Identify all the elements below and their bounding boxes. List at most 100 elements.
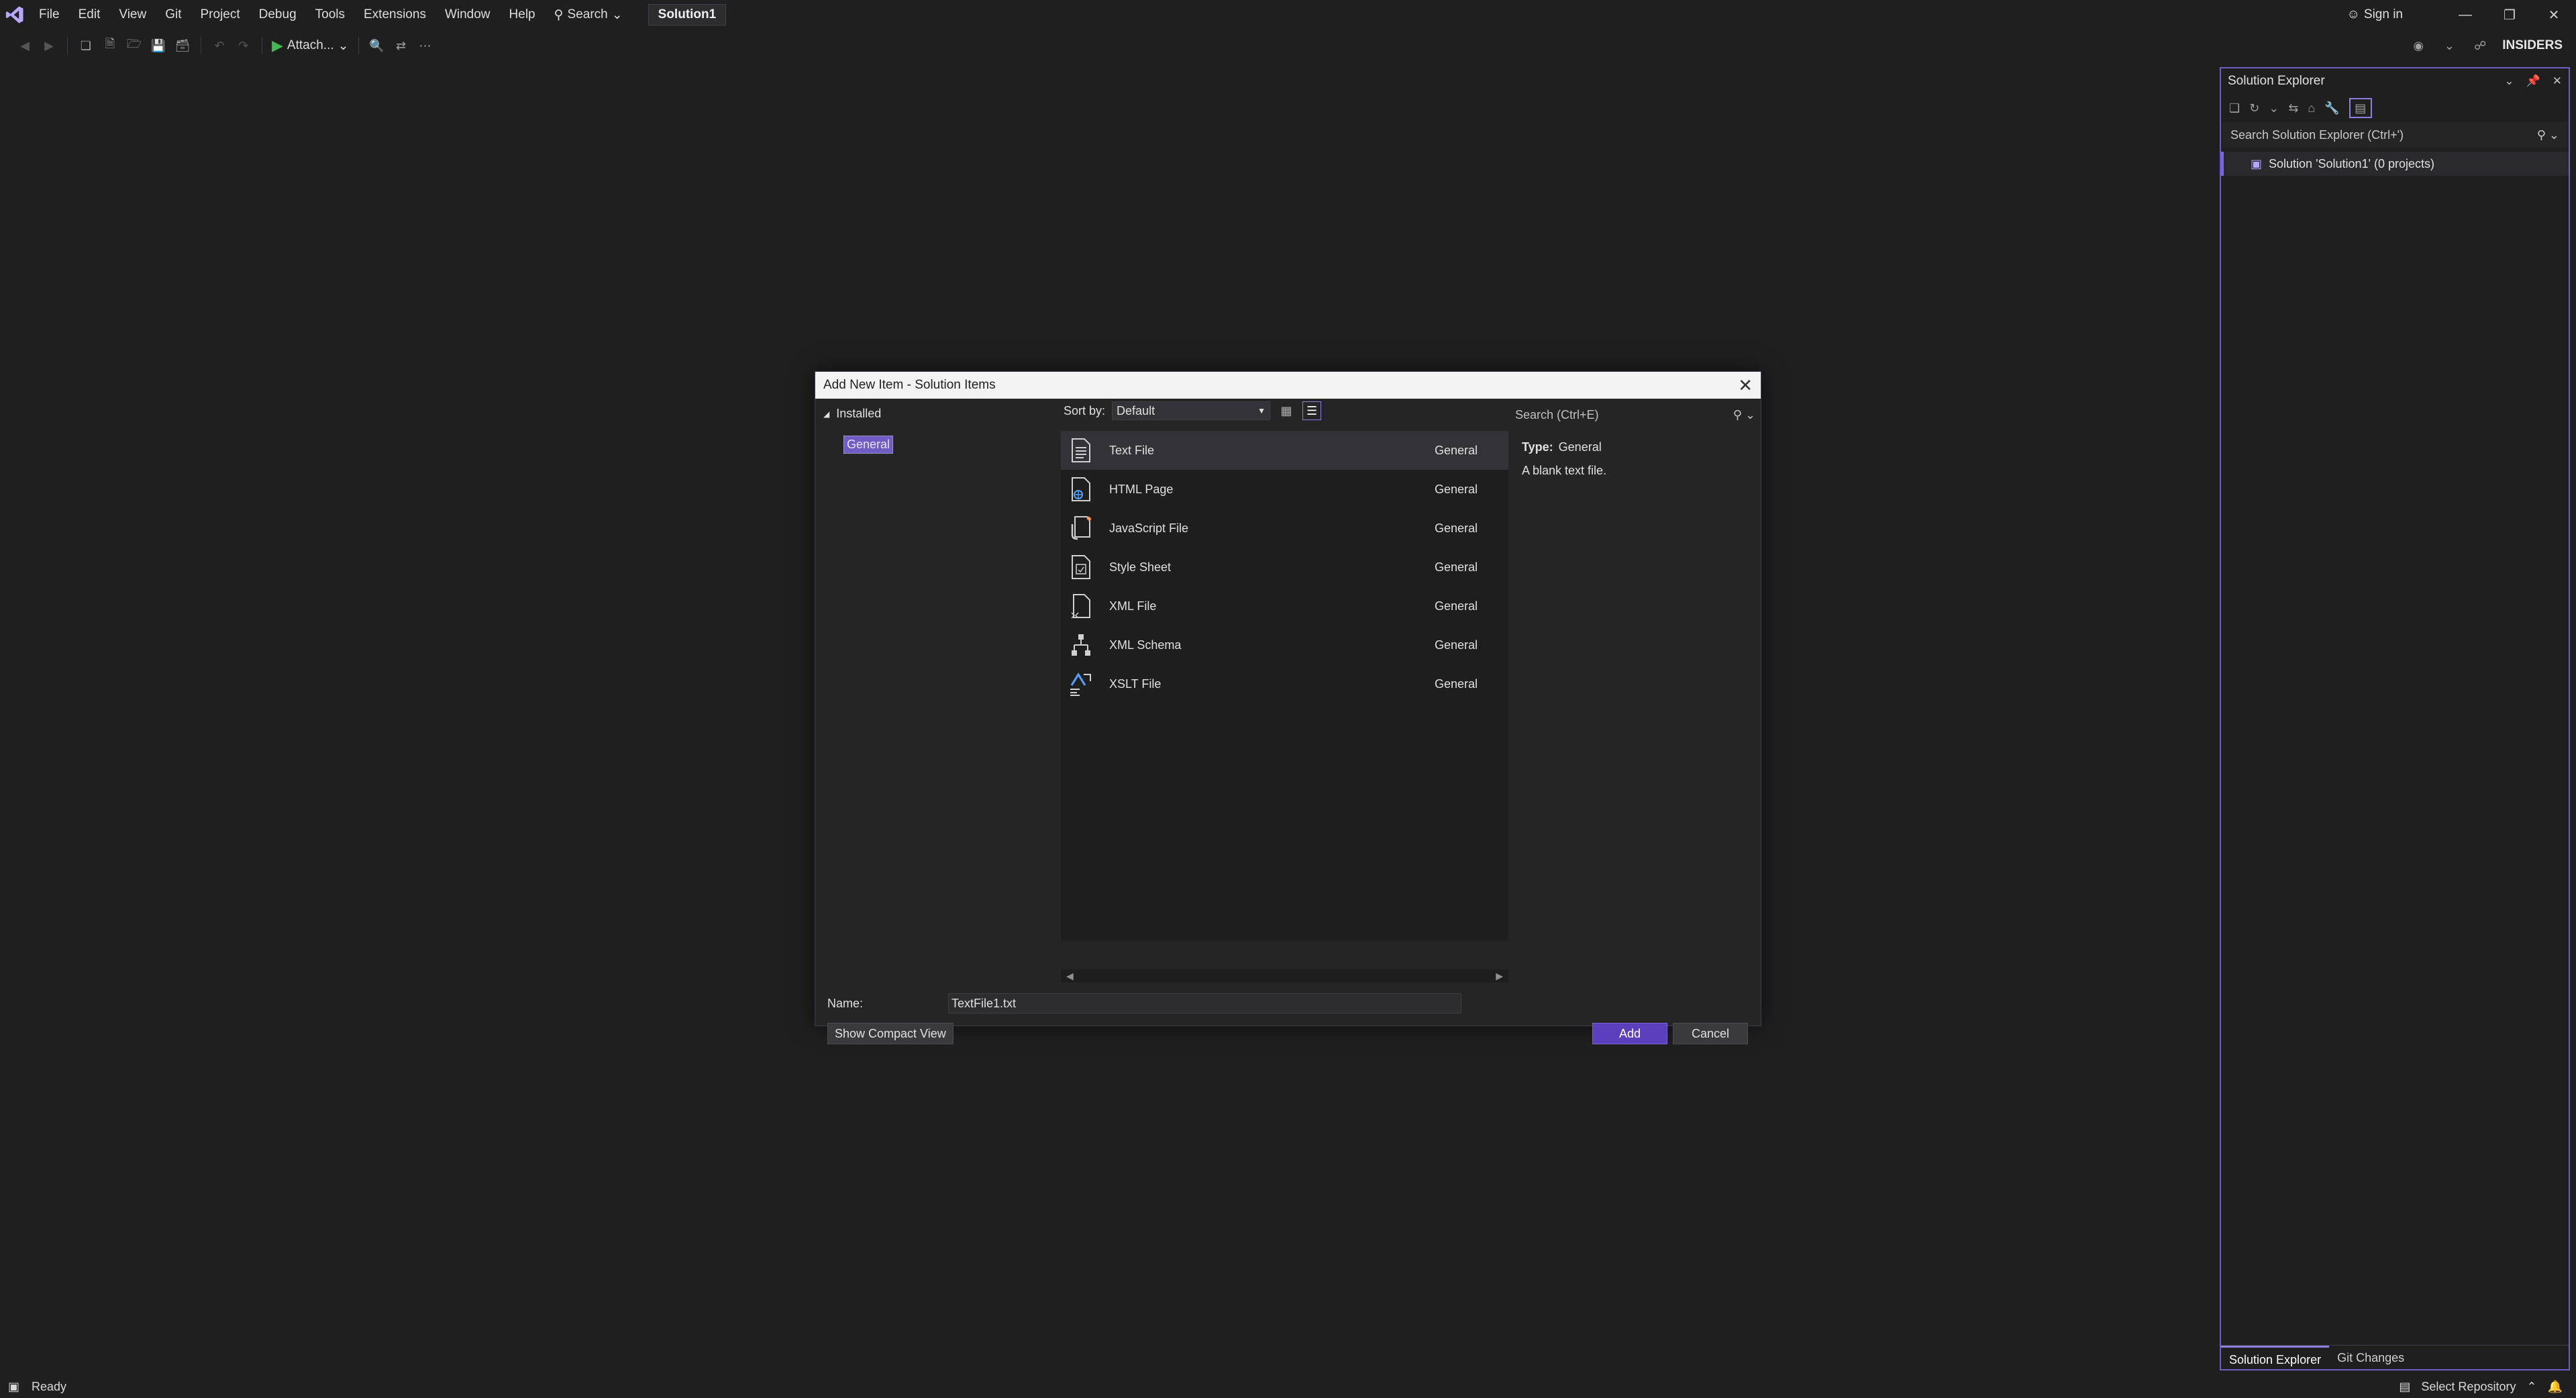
add-button[interactable]: Add	[1592, 1023, 1667, 1044]
search-icon: ⚲	[554, 7, 564, 22]
undo-icon[interactable]: ↶	[211, 37, 228, 54]
status-text: Ready	[32, 1380, 67, 1393]
horizontal-scrollbar[interactable]: ◀ ▶	[1061, 969, 1508, 983]
template-search-input[interactable]: Search (Ctrl+E) ⚲ ⌄	[1511, 403, 1759, 427]
list-item[interactable]: Style Sheet General	[1061, 548, 1508, 587]
item-category: General	[1435, 560, 1478, 574]
add-new-item-dialog: Add New Item - Solution Items ✕ ◢ Instal…	[815, 371, 1761, 1044]
list-item[interactable]: XML Schema General	[1061, 626, 1508, 664]
sign-in-button[interactable]: ☺ Sign in	[2347, 7, 2403, 22]
output-icon[interactable]: ▣	[8, 1380, 19, 1394]
item-category: General	[1435, 677, 1478, 691]
tab-git-changes[interactable]: Git Changes	[2329, 1346, 2412, 1370]
scroll-right-icon[interactable]: ▶	[1496, 970, 1503, 982]
visual-studio-logo-icon	[0, 0, 30, 30]
chevron-down-icon[interactable]: ⌄	[2440, 37, 2458, 54]
notifications-icon[interactable]: 🔔	[2548, 1380, 2563, 1394]
menu-file[interactable]: File	[30, 0, 69, 30]
add-item-icon[interactable]: 🗎	[101, 37, 119, 54]
browse-icon[interactable]: 🔍	[368, 37, 386, 54]
list-item[interactable]: Text File General	[1061, 431, 1508, 470]
dialog-title: Add New Item - Solution Items	[823, 378, 996, 392]
window-controls: ☺ Sign in — ❐ ✕	[2347, 0, 2576, 30]
menu-project[interactable]: Project	[191, 0, 250, 30]
solution-name-badge[interactable]: Solution1	[648, 4, 727, 26]
repository-icon: ▤	[2399, 1380, 2411, 1393]
sort-label: Sort by:	[1064, 403, 1106, 417]
navigate-back-icon[interactable]: ◀	[16, 37, 34, 54]
list-item[interactable]: XML File General	[1061, 587, 1508, 626]
new-project-icon[interactable]: ❏	[77, 37, 95, 54]
list-item[interactable]: HTML Page General	[1061, 470, 1508, 509]
file-name-input[interactable]	[948, 993, 1461, 1013]
tree-node-general[interactable]: General	[843, 436, 894, 454]
save-all-icon[interactable]: 🗃	[174, 37, 191, 54]
template-search-placeholder: Search (Ctrl+E)	[1515, 407, 1599, 421]
pin-icon[interactable]: 📌	[2526, 74, 2540, 88]
list-view-icon[interactable]: ☰	[1302, 401, 1322, 420]
share-icon[interactable]: ☍	[2471, 37, 2489, 54]
type-label: Type:	[1522, 440, 1553, 454]
chevron-down-icon[interactable]: ⌄	[2504, 74, 2514, 88]
tree-node-installed[interactable]: ◢ Installed	[823, 407, 1053, 421]
panel-header-icons: ⌄ 📌 ✕	[2504, 74, 2562, 88]
save-icon[interactable]: 💾	[150, 37, 167, 54]
close-window-button[interactable]: ✕	[2532, 0, 2576, 30]
menu-view[interactable]: View	[109, 0, 156, 30]
menu-help[interactable]: Help	[500, 0, 545, 30]
list-item[interactable]: JavaScript File General	[1061, 509, 1508, 548]
select-repository-button[interactable]: Select Repository	[2421, 1380, 2516, 1394]
close-icon[interactable]: ✕	[1738, 375, 1753, 396]
sync-icon[interactable]: ⇆	[2288, 101, 2298, 115]
solution-explorer-panel: Solution Explorer ⌄ 📌 ✕ ❏ ↻ ⌄ ⇆ ⌂ 🔧 ▤ Se…	[2220, 67, 2570, 1370]
attach-debugger-button[interactable]: ▶ Attach... ⌄	[272, 37, 349, 54]
chevron-up-icon[interactable]: ⌃	[2526, 1380, 2536, 1394]
redo-icon[interactable]: ↷	[235, 37, 252, 54]
insiders-badge: INSIDERS	[2502, 38, 2563, 52]
solution-search-input[interactable]: Search Solution Explorer (Ctrl+') ⚲ ⌄	[2222, 122, 2567, 148]
restore-button[interactable]: ❐	[2487, 0, 2532, 30]
account-icon: ☺	[2347, 7, 2360, 21]
menu-tools[interactable]: Tools	[306, 0, 354, 30]
show-compact-view-button[interactable]: Show Compact View	[827, 1023, 954, 1044]
list-item[interactable]: XSLT File General	[1061, 664, 1508, 703]
panel-tabs: Solution Explorer Git Changes	[2221, 1345, 2569, 1369]
menu-window[interactable]: Window	[435, 0, 500, 30]
chevron-down-icon[interactable]: ⌄	[2269, 101, 2279, 115]
dialog-footer: Name: Show Compact View Add Cancel	[815, 989, 1761, 1054]
template-list-area: Sort by: Default ▼ ▦ ☰ Text File General	[1061, 399, 1508, 989]
cancel-button[interactable]: Cancel	[1673, 1023, 1748, 1044]
grid-view-icon[interactable]: ▦	[1277, 401, 1296, 420]
navigate-forward-icon[interactable]: ▶	[40, 37, 58, 54]
play-icon: ▶	[272, 37, 283, 54]
preview-icon[interactable]: ▤	[2349, 98, 2372, 118]
more-options-icon[interactable]: ⋯	[417, 37, 434, 54]
menu-extensions[interactable]: Extensions	[354, 0, 435, 30]
menu-bar: File Edit View Git Project Debug Tools E…	[0, 0, 2576, 30]
name-row: Name:	[827, 993, 1461, 1013]
menu-edit[interactable]: Edit	[69, 0, 110, 30]
search-icon: ⚲ ⌄	[1733, 407, 1755, 421]
solution-icon: ▣	[2251, 156, 2263, 170]
live-share-icon[interactable]: ⇄	[393, 37, 410, 54]
solution-tree-root[interactable]: ▣ Solution 'Solution1' (0 projects)	[2221, 152, 2569, 176]
menu-git[interactable]: Git	[156, 0, 191, 30]
close-icon[interactable]: ✕	[2553, 74, 2562, 88]
copilot-icon[interactable]: ◉	[2410, 37, 2427, 54]
switch-views-icon[interactable]: ❏	[2229, 101, 2240, 115]
solution-explorer-header: Solution Explorer ⌄ 📌 ✕	[2221, 68, 2569, 94]
search-menu[interactable]: ⚲ Search ⌄	[545, 7, 632, 23]
menu-debug[interactable]: Debug	[250, 0, 306, 30]
template-category-tree: ◢ Installed General	[815, 399, 1061, 989]
panel-title: Solution Explorer	[2228, 74, 2325, 88]
history-icon[interactable]: ↻	[2249, 101, 2259, 115]
properties-icon[interactable]: 🔧	[2324, 101, 2339, 115]
item-category: General	[1435, 482, 1478, 496]
sort-dropdown[interactable]: Default ▼	[1112, 401, 1271, 420]
scroll-left-icon[interactable]: ◀	[1066, 970, 1074, 982]
item-category: General	[1435, 599, 1478, 613]
minimize-button[interactable]: —	[2443, 0, 2487, 30]
home-icon[interactable]: ⌂	[2308, 101, 2315, 115]
tab-solution-explorer[interactable]: Solution Explorer	[2221, 1345, 2330, 1370]
open-folder-icon[interactable]: 🗁	[125, 37, 143, 54]
